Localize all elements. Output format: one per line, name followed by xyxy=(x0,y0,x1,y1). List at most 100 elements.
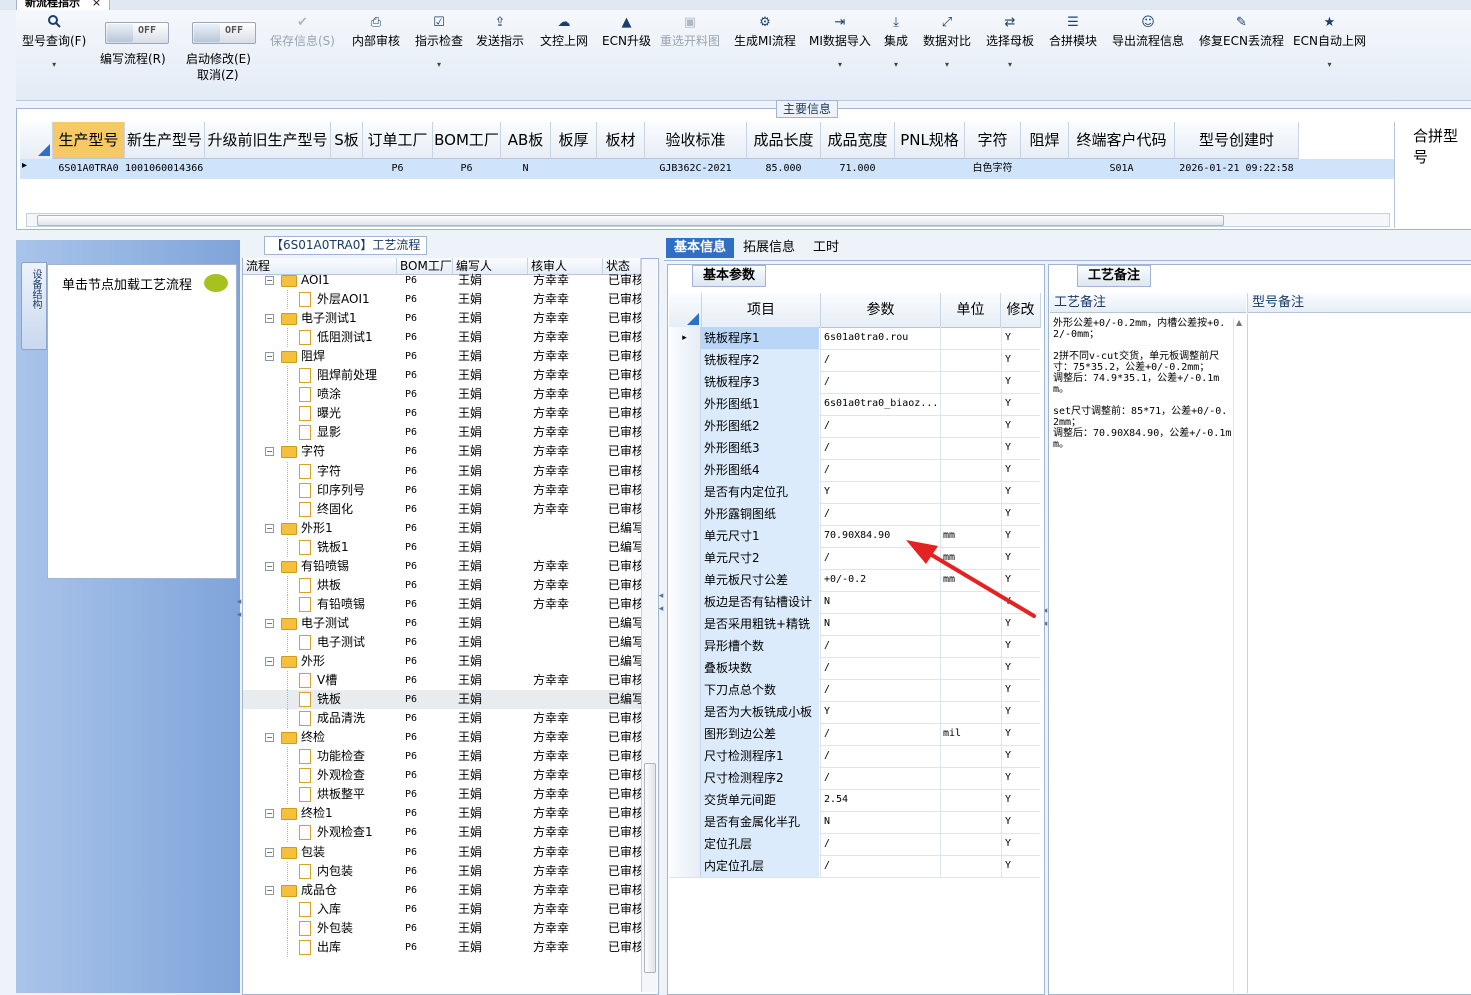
main-row-cell[interactable]: N xyxy=(501,160,550,178)
write-flow-toggle[interactable]: OFF xyxy=(105,22,169,44)
param-unit[interactable] xyxy=(940,789,1000,811)
ecn-auto-upload-button[interactable]: ★ ECN自动上网 ▾ xyxy=(1293,14,1366,71)
cancel-button[interactable]: 取消(Z) xyxy=(197,66,239,83)
param-row[interactable]: 外形图纸1 6s01a0tra0_biaoz... Y xyxy=(669,393,1040,416)
mi-import-button[interactable]: ⇥ MI数据导入 ▾ xyxy=(809,14,871,71)
main-column-header[interactable]: AB板 xyxy=(501,122,551,159)
main-column-header[interactable]: S板 xyxy=(331,122,363,159)
param-value[interactable]: / xyxy=(820,745,939,767)
main-row-cell[interactable] xyxy=(205,160,330,178)
main-row-cell[interactable]: GJB362C-2021 xyxy=(645,160,746,178)
param-value[interactable]: / xyxy=(820,855,939,877)
param-value[interactable]: / xyxy=(820,415,939,437)
save-info-button[interactable]: ✔ 保存信息(S) xyxy=(270,14,335,49)
chevron-down-icon[interactable]: ▾ xyxy=(884,59,908,71)
tree-row[interactable]: 铣板 P6 王娟 已编写 xyxy=(243,690,642,710)
param-unit[interactable] xyxy=(940,481,1000,503)
param-unit[interactable] xyxy=(940,635,1000,657)
param-row[interactable]: 图形到边公差 / mil Y xyxy=(669,723,1040,746)
chevron-up-icon[interactable]: ▲ xyxy=(1236,318,1242,327)
internal-review-button[interactable]: ⎙ 内部审核 xyxy=(352,14,400,49)
param-value[interactable]: 6s01a0tra0_biaoz... xyxy=(820,393,939,415)
param-row[interactable]: 交货单元间距 2.54 Y xyxy=(669,789,1040,812)
param-unit[interactable] xyxy=(940,327,1000,349)
param-row[interactable]: 叠板块数 / Y xyxy=(669,657,1040,680)
param-unit[interactable] xyxy=(940,371,1000,393)
tree-row[interactable]: 外包装 P6 王娟 方幸幸 已审核 xyxy=(243,918,642,938)
collapse-icon[interactable]: − xyxy=(265,352,274,362)
tree-row[interactable]: 入库 P6 王娟 方幸幸 已审核 xyxy=(243,899,642,919)
main-column-header[interactable]: 成品宽度 xyxy=(821,122,895,159)
param-modify-flag[interactable]: Y xyxy=(1001,855,1040,877)
param-value[interactable]: 2.54 xyxy=(820,789,939,811)
chevron-down-icon[interactable]: ▾ xyxy=(986,59,1034,71)
param-unit[interactable] xyxy=(940,811,1000,833)
merge-module-button[interactable]: ☰ 合拼模块 xyxy=(1049,14,1097,49)
collapse-icon[interactable]: − xyxy=(265,733,274,743)
tree-row[interactable]: − 有铅喷锡 P6 王娟 方幸幸 已审核 xyxy=(243,557,642,576)
param-value[interactable]: / xyxy=(820,459,939,481)
tree-row[interactable]: − 终检 P6 王娟 方幸幸 已审核 xyxy=(243,728,642,747)
model-query-button[interactable]: 型号查询(F) ▾ xyxy=(22,14,86,71)
main-column-header[interactable]: PNL规格 xyxy=(895,122,965,159)
main-info-hscroll[interactable] xyxy=(26,213,1390,227)
main-row-cell[interactable] xyxy=(895,160,964,178)
main-row-cell[interactable] xyxy=(597,160,644,178)
main-column-header[interactable]: 成品长度 xyxy=(747,122,821,159)
main-row-cell[interactable]: 10010600143662 xyxy=(125,160,204,178)
param-row[interactable]: 是否有内定位孔 Y Y xyxy=(669,481,1040,504)
tree-row[interactable]: − 包装 P6 王娟 方幸幸 已审核 xyxy=(243,843,642,862)
param-modify-flag[interactable]: Y xyxy=(1001,393,1040,415)
tree-row[interactable]: − 电子测试 P6 王娟 已编写 xyxy=(243,614,642,633)
param-modify-flag[interactable]: Y xyxy=(1001,811,1040,833)
export-flow-info-button[interactable]: ☺ 导出流程信息 xyxy=(1112,14,1184,49)
main-row-cell[interactable]: P6 xyxy=(363,160,432,178)
param-unit[interactable] xyxy=(940,833,1000,855)
collapse-icon[interactable]: − xyxy=(265,657,274,666)
integrate-button[interactable]: ⤓ 集成 ▾ xyxy=(884,14,908,71)
chevron-down-icon[interactable]: ▾ xyxy=(809,59,871,71)
main-column-header[interactable]: 终端客户代码 xyxy=(1069,122,1175,159)
middle-splitter-handle[interactable]: ◂ ◂ xyxy=(658,590,664,616)
tree-row[interactable]: 成品清洗 P6 王娟 方幸幸 已审核 xyxy=(243,709,642,729)
chevron-down-icon[interactable]: ▾ xyxy=(1293,59,1366,71)
param-row[interactable]: 是否为大板铣成小板 Y Y xyxy=(669,701,1040,724)
param-modify-flag[interactable]: Y xyxy=(1001,701,1040,723)
collapse-icon[interactable]: − xyxy=(265,847,274,857)
tree-row[interactable]: 终固化 P6 王娟 方幸幸 已审核 xyxy=(243,499,642,519)
process-note-scrollbar[interactable]: ▲ xyxy=(1233,318,1246,993)
param-unit[interactable]: mil xyxy=(940,723,1000,745)
param-row[interactable]: 内定位孔层 / Y xyxy=(669,855,1040,878)
param-modify-flag[interactable]: Y xyxy=(1001,415,1040,437)
collapse-icon[interactable]: − xyxy=(265,618,274,628)
tree-row[interactable]: 印序列号 P6 王娟 方幸幸 已审核 xyxy=(243,480,642,500)
main-column-header[interactable]: 字符 xyxy=(965,122,1021,159)
param-value[interactable]: / xyxy=(820,679,939,701)
param-modify-flag[interactable]: Y xyxy=(1001,723,1040,745)
tab-extended-info[interactable]: 拓展信息 xyxy=(735,238,803,258)
tree-row[interactable]: 烘板 P6 王娟 方幸幸 已审核 xyxy=(243,575,642,595)
param-row[interactable]: 铣板程序2/ Y xyxy=(669,349,1040,372)
param-modify-flag[interactable]: Y xyxy=(1001,459,1040,481)
param-row[interactable]: 铣板程序3/ Y xyxy=(669,371,1040,394)
main-column-header[interactable]: 新生产型号 xyxy=(125,122,205,159)
chevron-down-icon[interactable]: ▾ xyxy=(22,59,86,71)
main-row-cell[interactable]: 71.000 xyxy=(821,160,894,178)
tree-row[interactable]: 外观检查1 P6 王娟 方幸幸 已审核 xyxy=(243,823,642,843)
param-value[interactable]: Y xyxy=(820,481,939,503)
param-value[interactable]: N xyxy=(820,811,939,833)
main-row-cell[interactable] xyxy=(1021,160,1068,178)
chevron-down-icon[interactable]: ▾ xyxy=(415,59,463,71)
tab-work-hours[interactable]: 工时 xyxy=(805,238,847,258)
param-modify-flag[interactable]: Y xyxy=(1001,371,1040,393)
collapse-icon[interactable]: − xyxy=(265,885,274,895)
collapse-icon[interactable]: − xyxy=(265,314,274,324)
main-column-header[interactable]: 板材 xyxy=(597,122,645,159)
tree-row[interactable]: 内包装 P6 王娟 方幸幸 已审核 xyxy=(243,861,642,881)
send-instruction-button[interactable]: ⇪ 发送指示 xyxy=(476,14,524,49)
tree-row[interactable]: 喷涂 P6 王娟 方幸幸 已审核 xyxy=(243,385,642,405)
data-compare-button[interactable]: ⤢ 数据对比 ▾ xyxy=(923,14,971,71)
param-row[interactable]: 外形图纸3/ Y xyxy=(669,437,1040,460)
collapse-icon[interactable]: − xyxy=(265,523,274,533)
main-row-cell[interactable] xyxy=(551,160,596,178)
